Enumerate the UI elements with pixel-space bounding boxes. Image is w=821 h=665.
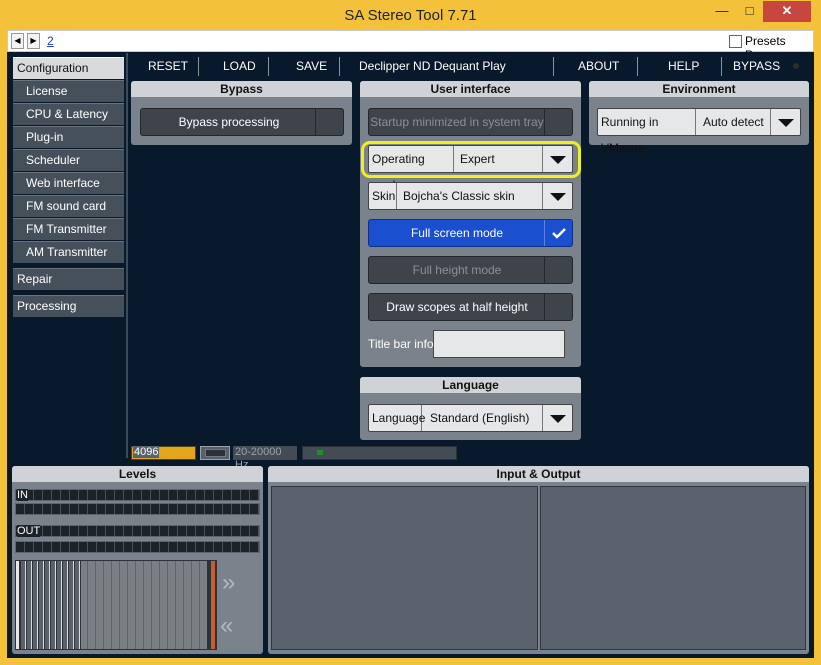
vmware-value: Auto detect	[703, 115, 764, 129]
sidebar-item-scheduler[interactable]: Scheduler	[13, 149, 124, 171]
language-panel-title: Language	[360, 377, 581, 393]
skin-value: Bojcha's Classic skin	[403, 189, 515, 203]
toolbar-separator	[339, 57, 340, 76]
sidebar-divider	[126, 53, 128, 458]
navigation-bar: ◀ ▶ 2 Presets Pane	[7, 30, 814, 62]
input-output-panel-title: Input & Output	[268, 466, 809, 482]
language-value: Standard (English)	[430, 411, 530, 425]
language-label: Language	[369, 405, 425, 431]
levels-panel-title: Levels	[12, 466, 263, 482]
sidebar-item-repair[interactable]: Repair	[13, 268, 124, 290]
language-panel: Language Language Standard (English)	[360, 377, 581, 440]
out-level-label: OUT	[17, 525, 41, 537]
bypass-processing-label: Bypass processing	[178, 115, 280, 129]
user-interface-panel: User interface Startup minimized in syst…	[360, 81, 581, 367]
toolbar-separator	[721, 57, 722, 76]
skin-label: Skin	[369, 183, 397, 209]
preset-name[interactable]: Declipper ND Dequant Play	[359, 59, 506, 73]
full-height-mode-label: Full height mode	[412, 263, 502, 277]
checkmark-icon	[544, 220, 572, 246]
page-link[interactable]: 2	[47, 34, 54, 48]
forward-button[interactable]: ▶	[27, 33, 40, 49]
sidebar-item-processing[interactable]: Processing	[13, 295, 124, 317]
draw-scopes-indicator	[544, 294, 572, 320]
reset-button[interactable]: RESET	[148, 59, 188, 73]
sidebar-item-am-transmitter[interactable]: AM Transmitter	[13, 241, 124, 263]
output-scope	[540, 486, 806, 650]
out-level-bar-2	[15, 541, 260, 553]
toolbar-separator	[198, 57, 199, 76]
full-screen-mode-label: Full screen mode	[410, 226, 504, 240]
skin-select[interactable]: Skin Bojcha's Classic skin	[368, 182, 573, 210]
running-in-vmware-label: Running in VMware	[598, 109, 696, 155]
maximize-button[interactable]: □	[736, 1, 763, 22]
title-bar-info-label: Title bar info	[368, 337, 434, 351]
title-bar-info-input[interactable]	[433, 330, 565, 358]
save-button[interactable]: SAVE	[296, 59, 327, 73]
buffer-size: 4096	[133, 446, 160, 458]
input-output-panel: Input & Output	[268, 466, 809, 654]
full-height-mode-indicator	[544, 257, 572, 283]
draw-scopes-toggle[interactable]: Draw scopes at half height	[368, 293, 573, 321]
user-interface-panel-title: User interface	[360, 81, 581, 97]
vmware-select[interactable]: Running in VMware Auto detect	[597, 108, 801, 155]
collapse-levels-icon[interactable]: «	[220, 614, 233, 638]
cpu-meter-fill	[317, 450, 323, 455]
about-button[interactable]: ABOUT	[578, 59, 619, 73]
chevron-down-icon[interactable]	[542, 183, 572, 209]
draw-scopes-label: Draw scopes at half height	[386, 300, 528, 314]
in-level-bar	[15, 489, 260, 501]
bypass-processing-toggle[interactable]: Bypass processing	[140, 108, 344, 136]
sidebar-item-fm-sound-card[interactable]: FM sound card	[13, 195, 124, 217]
bypass-processing-indicator	[315, 109, 343, 135]
presets-pane-checkbox[interactable]	[729, 35, 742, 48]
language-select[interactable]: Language Standard (English)	[368, 404, 573, 432]
in-level-bar-2	[15, 503, 260, 515]
in-level-label: IN	[17, 489, 28, 501]
sidebar-item-web-interface[interactable]: Web interface	[13, 172, 124, 194]
startup-minimized-toggle[interactable]: Startup minimized in system tray	[368, 108, 573, 136]
toolbar-separator	[268, 57, 269, 76]
status-box-inner	[205, 449, 226, 457]
back-button[interactable]: ◀	[11, 33, 24, 49]
load-button[interactable]: LOAD	[223, 59, 256, 73]
full-screen-mode-toggle[interactable]: Full screen mode	[368, 219, 573, 247]
bypass-panel-title: Bypass	[131, 81, 352, 97]
full-height-mode-toggle[interactable]: Full height mode	[368, 256, 573, 284]
bypass-button[interactable]: BYPASS	[733, 59, 780, 73]
chevron-down-icon[interactable]	[542, 405, 572, 431]
sidebar-item-cpu-latency[interactable]: CPU & Latency	[13, 103, 124, 125]
bypass-indicator-led	[793, 63, 799, 69]
bypass-panel: Bypass Bypass processing	[131, 81, 352, 145]
sidebar-item-fm-transmitter[interactable]: FM Transmitter	[13, 218, 124, 240]
toolbar-separator	[553, 57, 554, 76]
window-title: SA Stereo Tool 7.71	[344, 7, 477, 24]
environment-panel: Environment Running in VMware Auto detec…	[589, 81, 809, 155]
minimize-button[interactable]: —	[708, 1, 736, 22]
sidebar-item-license[interactable]: License	[13, 80, 124, 102]
out-level-bar	[15, 525, 260, 537]
sidebar-item-configuration[interactable]: Configuration	[13, 57, 124, 79]
startup-minimized-label: Startup minimized in system tray	[370, 115, 544, 129]
expand-levels-icon[interactable]: »	[222, 571, 235, 595]
input-scope	[271, 486, 538, 650]
close-button[interactable]: ✕	[763, 1, 811, 22]
help-button[interactable]: HELP	[668, 59, 699, 73]
vertical-meters	[15, 560, 217, 650]
toolbar-separator	[637, 57, 638, 76]
cpu-meter	[302, 446, 457, 460]
environment-panel-title: Environment	[589, 81, 809, 97]
frequency-range: 20-20000 Hz	[233, 446, 297, 471]
operating-mode-highlight	[361, 141, 581, 178]
sidebar-item-plug-in[interactable]: Plug-in	[13, 126, 124, 148]
chevron-down-icon[interactable]	[770, 109, 800, 135]
startup-minimized-indicator	[544, 109, 572, 135]
